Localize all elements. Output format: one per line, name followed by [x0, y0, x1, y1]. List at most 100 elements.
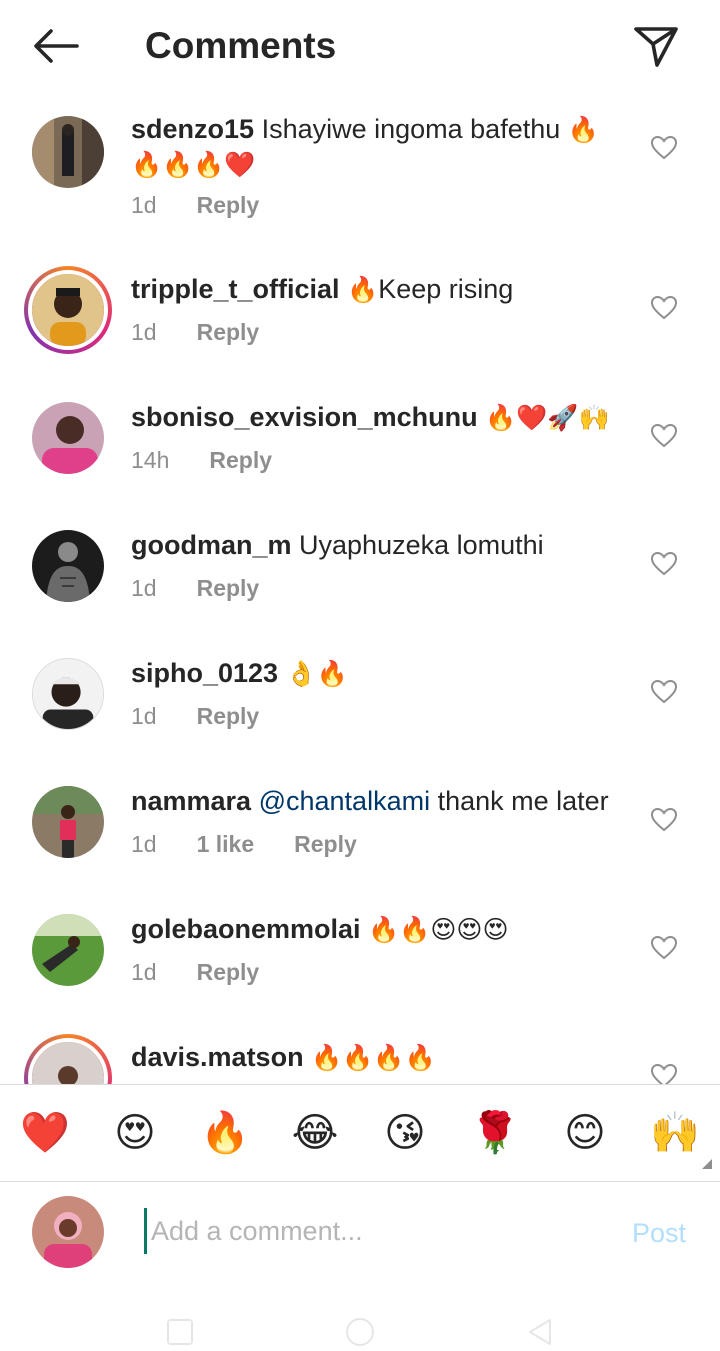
emoji-smile-button[interactable]: 😊	[557, 1105, 613, 1161]
comment-emoji: 🔥	[347, 275, 379, 304]
reply-button[interactable]: Reply	[209, 445, 272, 475]
comment-meta: 1d Reply	[131, 190, 259, 220]
comment-item: sboniso_exvision_mchunu 🔥❤️🚀🙌 14h Reply	[0, 390, 720, 518]
comment-item: nammara @chantalkami thank me later 1d 1…	[0, 774, 720, 902]
comment-username[interactable]: golebaonemmolai	[131, 914, 361, 944]
circle-icon	[346, 1318, 374, 1346]
avatar[interactable]	[32, 658, 104, 730]
emoji-raised-hands-button[interactable]: 🙌	[647, 1105, 703, 1161]
reply-button[interactable]: Reply	[197, 190, 260, 220]
comment-body: Keep rising	[378, 274, 514, 304]
avatar[interactable]	[32, 530, 104, 602]
emoji-kiss-button[interactable]: 😘	[377, 1105, 433, 1161]
comment-emoji: 👌🔥	[285, 659, 348, 688]
reply-button[interactable]: Reply	[197, 957, 260, 987]
avatar[interactable]	[32, 786, 104, 858]
avatar[interactable]	[32, 116, 104, 188]
comment-time: 1d	[131, 192, 157, 218]
comment-username[interactable]: davis.matson	[131, 1042, 304, 1072]
emoji-laughing-button[interactable]: 😂	[287, 1105, 343, 1161]
comment-time: 1d	[131, 575, 157, 601]
comment-time: 1d	[131, 959, 157, 985]
comment-body: thank me later	[437, 786, 609, 816]
comment-item: goodman_m Uyaphuzeka lomuthi 1d Reply	[0, 518, 720, 646]
arrow-left-icon	[34, 29, 79, 63]
emoji-rose-button[interactable]: 🌹	[467, 1105, 523, 1161]
comment-item: sdenzo15 Ishayiwe ingoma bafethu 🔥 🔥🔥🔥❤️…	[0, 102, 720, 230]
comment-emoji: 🔥🔥😍😍😍	[368, 915, 509, 944]
comment-meta: 1d Reply	[131, 957, 259, 987]
comment-text: golebaonemmolai 🔥🔥😍😍😍	[131, 912, 641, 947]
post-button[interactable]: Post	[632, 1218, 686, 1249]
page-title: Comments	[145, 25, 337, 66]
comment-time: 14h	[131, 447, 170, 473]
comment-text: goodman_m Uyaphuzeka lomuthi	[131, 528, 641, 562]
avatar[interactable]	[24, 266, 112, 354]
heart-outline-icon[interactable]	[650, 134, 678, 162]
comment-text: tripple_t_official 🔥Keep rising	[131, 272, 641, 307]
comment-text: sboniso_exvision_mchunu 🔥❤️🚀🙌	[131, 400, 641, 435]
comment-item: tripple_t_official 🔥Keep rising 1d Reply	[0, 262, 720, 390]
comment-text: nammara @chantalkami thank me later	[131, 784, 641, 818]
comment-username[interactable]: nammara	[131, 786, 251, 816]
avatar	[32, 1196, 104, 1268]
reply-button[interactable]: Reply	[197, 701, 260, 731]
comment-text: sdenzo15 Ishayiwe ingoma bafethu 🔥 🔥🔥🔥❤️	[131, 112, 641, 182]
avatar[interactable]	[32, 914, 104, 986]
reply-button[interactable]: Reply	[197, 317, 260, 347]
comment-emoji: 🔥❤️🚀🙌	[485, 403, 610, 432]
header-bar: Comments	[0, 0, 720, 92]
heart-outline-icon[interactable]	[650, 1062, 678, 1084]
comment-emoji: 🔥🔥🔥❤️	[131, 150, 256, 179]
comment-username[interactable]: tripple_t_official	[131, 274, 340, 304]
heart-outline-icon[interactable]	[650, 678, 678, 706]
comment-time: 1d	[131, 703, 157, 729]
system-nav-bar	[0, 1300, 720, 1351]
comment-likes-count[interactable]: 1 like	[197, 829, 255, 859]
triangle-back-icon	[529, 1319, 551, 1345]
heart-outline-icon[interactable]	[650, 806, 678, 834]
comment-meta: 1d Reply	[131, 573, 259, 603]
comment-emoji: 🔥🔥🔥🔥	[311, 1043, 436, 1072]
comment-item: golebaonemmolai 🔥🔥😍😍😍 1d Reply	[0, 902, 720, 1030]
comment-meta: 1d 1 like Reply	[131, 829, 357, 859]
comment-meta: 14h Reply	[131, 445, 272, 475]
resize-corner-icon	[702, 1159, 712, 1169]
emoji-heart-button[interactable]: ❤️	[17, 1105, 73, 1161]
comment-body: Ishayiwe ingoma bafethu	[261, 114, 561, 144]
comment-emoji: 🔥	[567, 115, 599, 144]
heart-outline-icon[interactable]	[650, 294, 678, 322]
comment-time: 1d	[131, 831, 157, 857]
comment-username[interactable]: goodman_m	[131, 530, 292, 560]
recent-apps-button[interactable]	[164, 1316, 196, 1348]
avatar[interactable]	[32, 402, 104, 474]
emoji-fire-button[interactable]: 🔥	[197, 1105, 253, 1161]
comment-input[interactable]	[144, 1208, 604, 1254]
square-icon	[167, 1319, 193, 1345]
comment-time: 1d	[131, 319, 157, 345]
comments-list[interactable]: sdenzo15 Ishayiwe ingoma bafethu 🔥 🔥🔥🔥❤️…	[0, 92, 720, 1084]
comment-body: Uyaphuzeka lomuthi	[299, 530, 544, 560]
comment-item: sipho_0123 👌🔥 1d Reply	[0, 646, 720, 774]
nav-back-button[interactable]	[524, 1316, 556, 1348]
back-button[interactable]	[28, 22, 84, 70]
comment-username[interactable]: sboniso_exvision_mchunu	[131, 402, 478, 432]
mention-link[interactable]: @chantalkami	[259, 786, 430, 816]
avatar[interactable]	[24, 1034, 112, 1084]
comment-text: davis.matson 🔥🔥🔥🔥	[131, 1040, 641, 1075]
quick-emoji-bar: ❤️ 😍 🔥 😂 😘 🌹 😊 🙌	[0, 1084, 720, 1182]
comment-username[interactable]: sdenzo15	[131, 114, 254, 144]
reply-button[interactable]: Reply	[294, 829, 357, 859]
comment-item: davis.matson 🔥🔥🔥🔥	[0, 1030, 720, 1084]
paper-plane-icon	[634, 27, 678, 67]
comment-composer: Post	[0, 1182, 720, 1282]
heart-outline-icon[interactable]	[650, 934, 678, 962]
comment-meta: 1d Reply	[131, 317, 259, 347]
heart-outline-icon[interactable]	[650, 422, 678, 450]
heart-outline-icon[interactable]	[650, 550, 678, 578]
share-button[interactable]	[628, 20, 684, 72]
home-button[interactable]	[344, 1316, 376, 1348]
reply-button[interactable]: Reply	[197, 573, 260, 603]
emoji-heart-eyes-button[interactable]: 😍	[107, 1105, 163, 1161]
comment-username[interactable]: sipho_0123	[131, 658, 278, 688]
